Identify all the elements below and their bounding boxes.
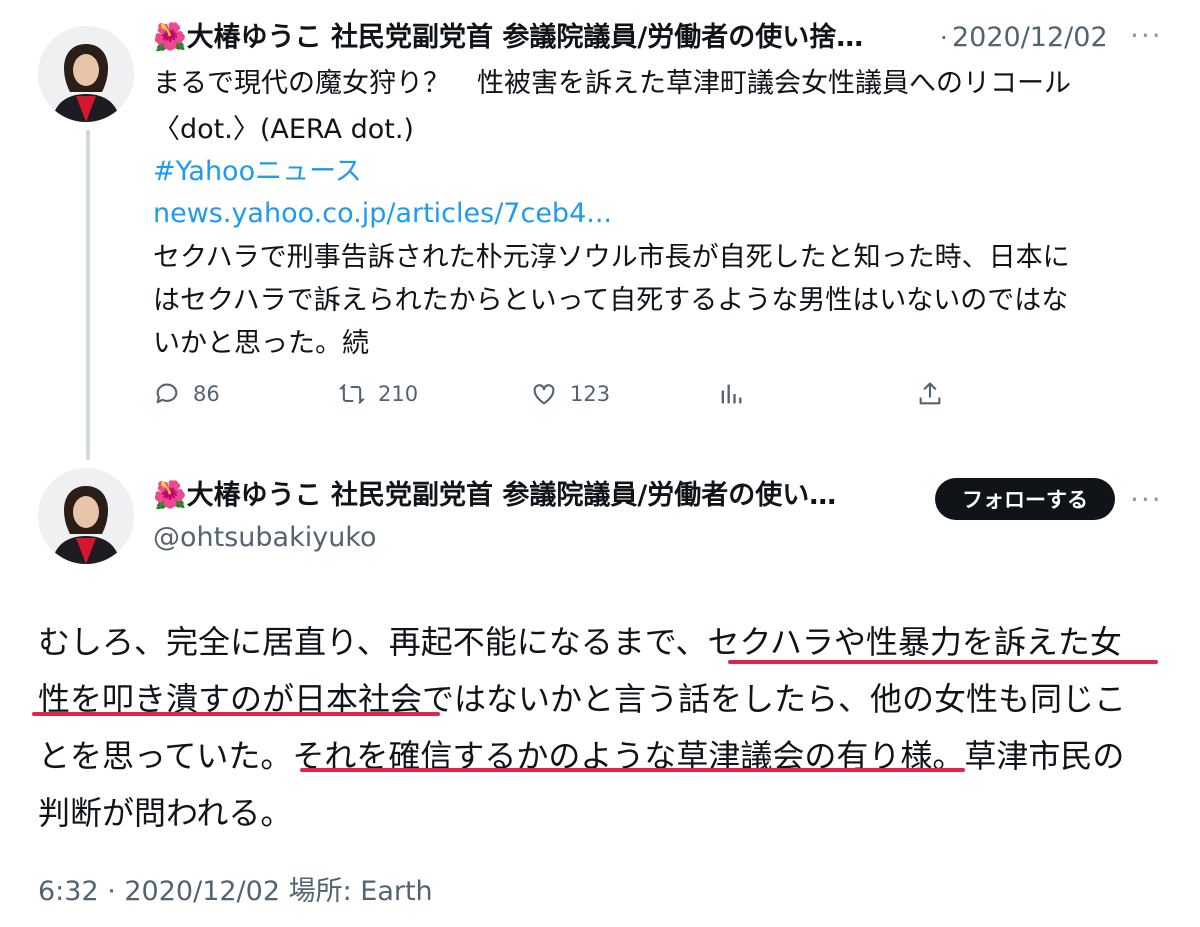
separator: · bbox=[940, 24, 948, 52]
views-button[interactable] bbox=[717, 380, 745, 408]
red-underline bbox=[300, 768, 965, 772]
reply-count: 86 bbox=[193, 382, 220, 406]
retweet-icon bbox=[338, 383, 366, 405]
tweet-body: むしろ、完全に居直り、再起不能になるまで、セクハラや性暴力を訴えた女 性を叩き潰… bbox=[38, 614, 1168, 842]
red-underline bbox=[32, 712, 440, 716]
follow-button[interactable]: フォローする bbox=[935, 478, 1115, 520]
like-icon bbox=[533, 384, 555, 405]
user-handle[interactable]: @ohtsubakiyuko bbox=[153, 518, 377, 558]
avatar-photo bbox=[38, 26, 134, 122]
display-name[interactable]: 🌺大椿ゆうこ 社民党副党首 参議院議員/労働者の使い捨… bbox=[153, 18, 933, 58]
display-name[interactable]: 🌺大椿ゆうこ 社民党副党首 参議院議員/労働者の使い… bbox=[153, 476, 913, 516]
thread-line bbox=[86, 130, 90, 460]
red-underline bbox=[728, 660, 1158, 664]
more-icon[interactable]: ··· bbox=[1130, 16, 1163, 56]
avatar-photo bbox=[38, 468, 134, 564]
body-text: むしろ、完全に居直り、再起不能になるまで、 bbox=[38, 623, 708, 661]
highlighted-text: セクハラや性暴力を訴えた女 bbox=[707, 623, 1122, 661]
views-icon bbox=[721, 384, 742, 404]
reply-icon bbox=[156, 383, 178, 404]
retweet-button[interactable]: 210 bbox=[338, 380, 418, 408]
share-icon bbox=[919, 382, 941, 405]
body-line: 判断が問われる。 bbox=[38, 785, 1168, 842]
tweet-text-line: まるで現代の魔女狩り？ 性被害を訴えた草津町議会女性議員へのリコール bbox=[153, 68, 1071, 99]
body-text: ではないかと言う話をしたら、他の女性も同じこ bbox=[422, 680, 1127, 718]
tweet-text-line: いかと思った。続 bbox=[153, 328, 369, 359]
like-count: 123 bbox=[570, 382, 611, 406]
avatar[interactable] bbox=[38, 468, 134, 564]
tweet-meta: 6:32 · 2020/12/02 場所: Earth bbox=[38, 876, 433, 907]
like-button[interactable]: 123 bbox=[530, 380, 610, 408]
share-button[interactable] bbox=[916, 380, 944, 408]
tweet-date[interactable]: 2020/12/02 bbox=[952, 18, 1108, 58]
body-text: 判断が問われる。 bbox=[38, 794, 293, 832]
reply-button[interactable]: 86 bbox=[153, 380, 220, 408]
body-line: とを思っていた。それを確信するかのような草津議会の有り様。草津市民の bbox=[38, 728, 1168, 785]
body-text: とを思っていた。 bbox=[38, 737, 293, 775]
more-icon[interactable]: ··· bbox=[1130, 480, 1163, 520]
retweet-count: 210 bbox=[378, 382, 419, 406]
body-line: 性を叩き潰すのが日本社会ではないかと言う話をしたら、他の女性も同じこ bbox=[38, 671, 1168, 728]
avatar[interactable] bbox=[38, 26, 134, 122]
